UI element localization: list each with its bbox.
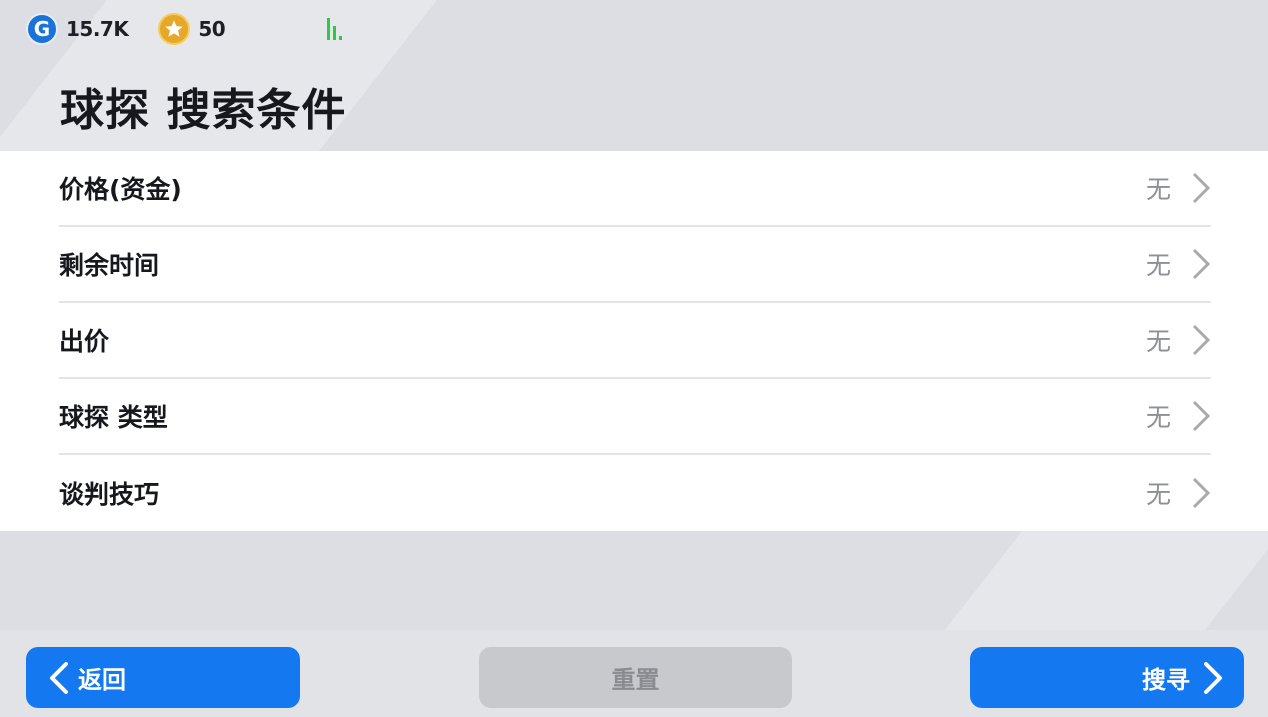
gold-value: 15.7K: [66, 17, 129, 41]
filter-list: 价格(资金) 无 剩余时间 无 出价 无 球探 类型 无 谈判技巧 无: [0, 151, 1268, 531]
filter-row-bid[interactable]: 出价 无: [59, 303, 1211, 379]
signal-bars-icon: [327, 18, 343, 40]
chevron-left-icon: [48, 661, 70, 695]
search-button-label: 搜寻: [1142, 666, 1190, 694]
search-button[interactable]: 搜寻: [970, 647, 1244, 708]
chevron-right-icon: [1202, 661, 1224, 695]
filter-value: 无: [1145, 327, 1171, 356]
star-coin-icon: [158, 13, 191, 45]
chevron-right-icon: [1191, 477, 1211, 509]
filter-row-price[interactable]: 价格(资金) 无: [59, 151, 1211, 227]
chevron-right-icon: [1191, 324, 1211, 356]
filter-value: 无: [1145, 175, 1171, 204]
gold-currency: G 15.7K: [26, 13, 129, 45]
filter-label: 球探 类型: [59, 403, 168, 432]
back-button[interactable]: 返回: [26, 647, 300, 708]
filter-value: 无: [1145, 251, 1171, 280]
chevron-right-icon: [1191, 400, 1211, 432]
filter-value: 无: [1145, 403, 1171, 432]
filter-value: 无: [1145, 480, 1171, 509]
filter-label: 谈判技巧: [59, 480, 160, 509]
page-title: 球探 搜索条件: [60, 85, 347, 136]
back-button-label: 返回: [78, 666, 126, 694]
chevron-right-icon: [1191, 248, 1211, 280]
filter-row-negotiation-skill[interactable]: 谈判技巧 无: [59, 455, 1211, 531]
filter-label: 价格(资金): [59, 175, 182, 204]
status-bar: G 15.7K 50: [26, 12, 343, 46]
chevron-right-icon: [1191, 172, 1211, 204]
filter-label: 剩余时间: [59, 251, 160, 280]
coin-currency: 50: [158, 13, 226, 45]
reset-button[interactable]: 重置: [479, 647, 792, 708]
reset-button-label: 重置: [611, 666, 660, 694]
coin-value: 50: [198, 17, 226, 41]
gold-g-icon: G: [26, 13, 58, 45]
filter-row-remaining-time[interactable]: 剩余时间 无: [59, 227, 1211, 303]
filter-label: 出价: [59, 327, 110, 356]
bottom-action-bar: 返回 重置 搜寻: [0, 630, 1268, 717]
filter-row-scout-type[interactable]: 球探 类型 无: [59, 379, 1211, 455]
